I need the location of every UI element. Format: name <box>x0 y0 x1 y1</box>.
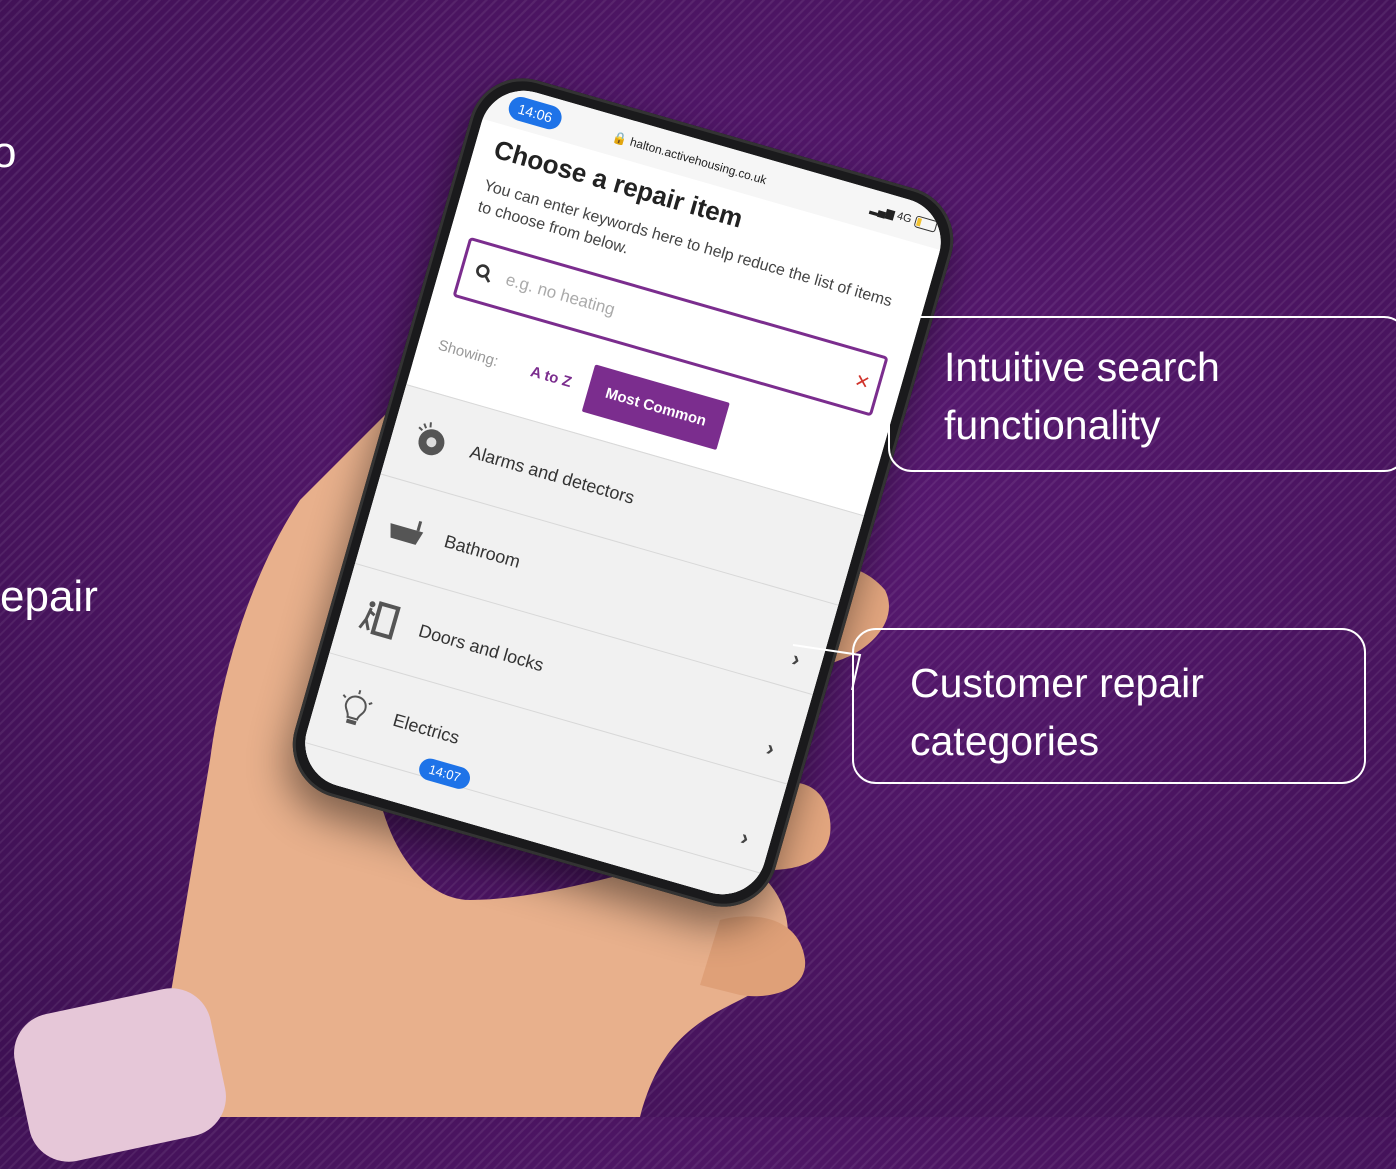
alarm-detector-icon <box>418 422 445 456</box>
callout-search-line1: Intuitive search <box>944 344 1220 390</box>
status-time: 14:06 <box>505 94 565 133</box>
chevron-right-icon: › <box>763 735 778 762</box>
callout-categories-line2: categories <box>910 718 1100 764</box>
search-icon <box>476 264 491 283</box>
clear-icon[interactable]: ✕ <box>852 370 872 394</box>
lock-icon: 🔒 <box>610 129 630 148</box>
lightbulb-icon <box>342 689 373 726</box>
callout-categories-line1: Customer repair <box>910 660 1204 706</box>
a-to-z-toggle[interactable]: A to Z <box>528 363 573 391</box>
battery-icon <box>913 215 938 233</box>
callout-search: Intuitive search functionality <box>888 316 1396 472</box>
list-item-label: Electrics <box>390 709 462 748</box>
list-item-label: Alarms and detectors <box>467 441 637 508</box>
door-exit-icon <box>358 601 401 640</box>
bath-icon <box>390 520 424 545</box>
most-common-button[interactable]: Most Common <box>581 364 730 451</box>
signal-icon: ▂▄▆ <box>868 202 896 221</box>
list-item-label: Doors and locks <box>416 620 547 675</box>
callout-search-line2: functionality <box>944 402 1161 448</box>
showing-label: Showing: <box>436 336 501 371</box>
chevron-right-icon: › <box>738 824 752 851</box>
callout-categories: Customer repair categories <box>852 628 1366 784</box>
list-item-label: Bathroom <box>442 530 523 572</box>
chevron-right-icon: › <box>789 645 804 672</box>
network-label: 4G <box>895 210 913 226</box>
network-indicator: ▂▄▆ 4G <box>869 201 913 225</box>
